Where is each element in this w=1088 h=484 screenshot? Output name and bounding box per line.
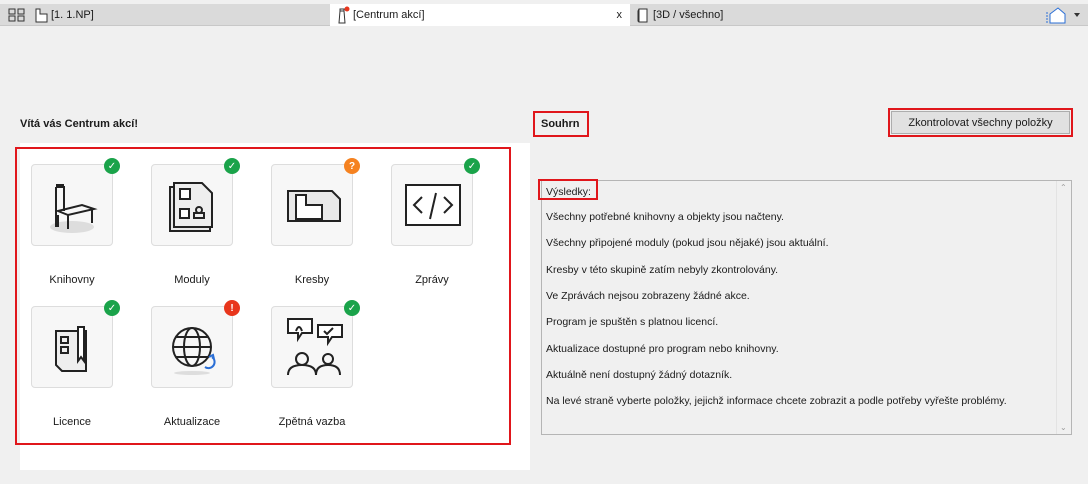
- tile-label: Kresby: [294, 274, 330, 286]
- tile-label: Licence: [53, 416, 91, 428]
- results-scrollbar[interactable]: ⌃ ⌄: [1056, 181, 1071, 434]
- tile-label: Zpětná vazba: [278, 416, 346, 428]
- scroll-down-icon[interactable]: ⌄: [1060, 423, 1067, 432]
- scroll-up-icon[interactable]: ⌃: [1060, 183, 1067, 192]
- welcome-heading: Vítá vás Centrum akcí!: [20, 118, 138, 130]
- tile-licence[interactable]: ✓: [31, 300, 120, 388]
- tile-zprávy[interactable]: ✓: [391, 158, 480, 246]
- result-line: Všechny potřebné knihovny a objekty jsou…: [546, 211, 784, 223]
- tab-bar: [1. 1.NP] [Centrum akcí] x [3D / všechno…: [0, 4, 1088, 26]
- grid-icon: [8, 8, 25, 22]
- close-tab-icon[interactable]: x: [617, 9, 623, 21]
- tile-kresby[interactable]: ?: [271, 158, 360, 246]
- module-icon: [169, 182, 213, 232]
- status-ok-icon: ✓: [224, 158, 240, 174]
- result-line: Aktuálně není dostupný žádný dotazník.: [546, 368, 733, 381]
- status-ok-icon: ✓: [104, 158, 120, 174]
- check-all-highlight: [888, 108, 1073, 137]
- tab-action-center[interactable]: [Centrum akcí] x: [330, 4, 630, 26]
- result-line: Aktualizace dostupné pro program nebo kn…: [546, 342, 779, 355]
- result-line: Kresby v této skupině zatím nebyly zkont…: [546, 263, 779, 276]
- tile-knihovny[interactable]: ✓: [31, 158, 120, 246]
- tab-grid-button[interactable]: [4, 4, 30, 26]
- result-line: Program je spuštěn s platnou licencí.: [546, 316, 719, 329]
- tab-label: [3D / všechno]: [653, 9, 724, 21]
- tile-aktualizace[interactable]: !: [151, 300, 240, 388]
- 3d-window-icon: [637, 8, 648, 23]
- license-icon: [55, 326, 87, 372]
- house-view-icon: [1046, 7, 1080, 24]
- result-line: Na levé straně vyberte položky, jejichž …: [546, 395, 1007, 408]
- navigator-dropdown[interactable]: [1040, 4, 1088, 26]
- chair-icon: [50, 184, 98, 233]
- tab-3d[interactable]: [3D / všechno]: [632, 4, 932, 26]
- summary-highlight: [533, 111, 589, 137]
- tile-label: Zprávy: [415, 274, 449, 286]
- status-ok-icon: ✓: [344, 300, 360, 316]
- results-box: Výsledky: Všechny potřebné knihovny a ob…: [541, 180, 1072, 435]
- status-ok-icon: ✓: [464, 158, 480, 174]
- tile-label: Knihovny: [49, 274, 95, 286]
- result-line: Všechny připojené moduly (pokud jsou něj…: [546, 237, 829, 250]
- status-unknown-icon: ?: [344, 158, 360, 174]
- drawing-icon: [287, 190, 341, 222]
- globe-update-icon: [172, 327, 216, 375]
- tile-label: Moduly: [174, 274, 210, 286]
- code-icon: [405, 184, 461, 226]
- status-error-icon: !: [224, 300, 240, 316]
- floor-plan-icon: [35, 8, 48, 23]
- result-line: Ve Zprávách nejsou zobrazeny žádné akce.: [546, 289, 750, 302]
- lighthouse-icon: [338, 6, 350, 24]
- feedback-icon: [287, 318, 343, 376]
- tile-moduly[interactable]: ✓: [151, 158, 240, 246]
- tile-zpětná-vazba[interactable]: ✓: [271, 300, 360, 388]
- tile-label: Aktualizace: [163, 416, 221, 428]
- tab-label: [Centrum akcí]: [353, 9, 425, 21]
- tab-floor-plan[interactable]: [1. 1.NP]: [30, 4, 330, 26]
- results-label-highlight: [538, 179, 598, 200]
- status-ok-icon: ✓: [104, 300, 120, 316]
- tab-label: [1. 1.NP]: [51, 9, 94, 21]
